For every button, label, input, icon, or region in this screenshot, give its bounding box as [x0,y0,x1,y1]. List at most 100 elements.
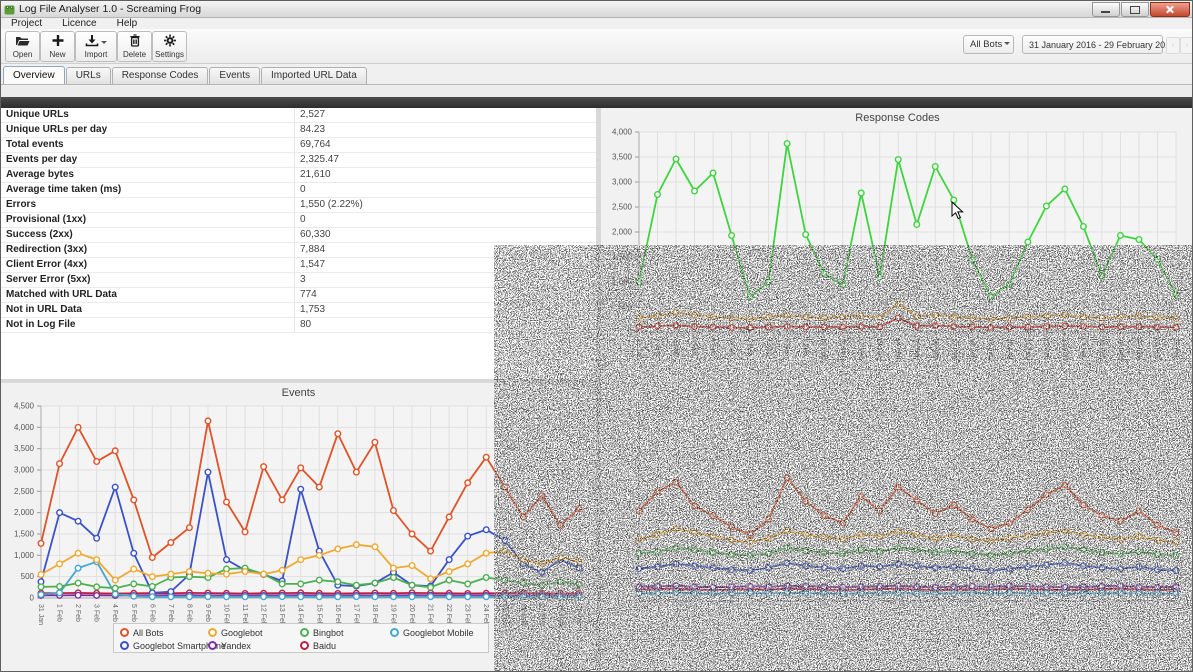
new-button[interactable]: New [40,31,75,62]
table-row: Not in URL Data1,753 [1,303,596,318]
svg-text:3 Feb: 3 Feb [93,604,100,622]
maximize-button[interactable] [1121,2,1149,17]
svg-text:16 Feb: 16 Feb [931,338,938,360]
date-range-value: 31 January 2016 - 29 February 2016 [1029,40,1175,50]
svg-text:21 Feb: 21 Feb [1024,338,1031,360]
urls-chart [601,391,1193,672]
menu-help[interactable]: Help [107,18,148,29]
svg-text:6 Feb: 6 Feb [148,604,155,622]
svg-text:31 Jan: 31 Jan [37,604,44,625]
table-row: Events per day2,325.47 [1,153,596,168]
plus-icon [51,34,65,47]
svg-text:24 Feb: 24 Feb [1079,338,1086,360]
svg-text:4 Feb: 4 Feb [111,604,118,622]
events-legend: All Bots Googlebot Bingbot Googlebot Mob… [113,623,489,653]
close-button[interactable] [1150,2,1190,17]
legend-item: All Bots [120,626,208,639]
legend-item: Googlebot Smartphone [120,639,208,652]
table-row: Server Error (5xx)3 [1,273,596,288]
svg-text:5 Feb: 5 Feb [728,338,735,356]
content-area: Unique URLs2,527 Unique URLs per day84.2… [1,108,1192,672]
table-row: Not in Log File80 [1,318,596,333]
import-button[interactable]: Import [75,31,117,62]
date-next-button[interactable]: › [1180,37,1193,54]
svg-text:27 Feb: 27 Feb [538,604,545,626]
legend-marker-icon [120,641,129,650]
svg-text:500: 500 [21,572,35,581]
open-button[interactable]: Open [5,31,40,62]
legend-marker-icon [120,628,129,637]
tab-response-codes[interactable]: Response Codes [112,67,209,84]
urls-panel [601,391,1193,672]
tab-gap-strip [1,86,1192,97]
import-dropdown-caret-icon[interactable] [101,41,107,47]
svg-text:17 Feb: 17 Feb [950,338,957,360]
minimize-button[interactable] [1092,2,1120,17]
svg-text:28 Feb: 28 Feb [556,604,563,626]
svg-text:14 Feb: 14 Feb [894,338,901,360]
svg-text:18 Feb: 18 Feb [968,338,975,360]
svg-text:25 Feb: 25 Feb [1098,338,1105,360]
table-row: Client Error (4xx)1,547 [1,258,596,273]
minimize-icon [1101,11,1110,13]
toolbar: Open New Import Delete [1,29,1192,64]
legend-item: Googlebot Mobile [390,626,482,639]
legend-marker-icon [300,641,309,650]
date-prev-button[interactable]: ‹ [1166,37,1180,54]
gear-icon [163,34,177,47]
delete-button[interactable]: Delete [117,31,152,62]
svg-text:3,000: 3,000 [14,466,35,475]
response-codes-panel: Response Codes 05001,0001,5002,0002,5003… [601,108,1193,391]
svg-text:1,000: 1,000 [14,551,35,560]
svg-text:15 Feb: 15 Feb [913,338,920,360]
table-row: Unique URLs2,527 [1,108,596,123]
table-row: Unique URLs per day84.23 [1,123,596,138]
svg-text:7 Feb: 7 Feb [167,604,174,622]
dark-separator-band [1,97,1192,108]
response-codes-chart: 05001,0001,5002,0002,5003,0003,5004,0003… [601,108,1193,391]
chevron-down-icon [1004,42,1010,48]
svg-text:3,000: 3,000 [612,178,633,187]
bot-filter-dropdown[interactable]: All Bots [963,35,1014,54]
svg-text:2 Feb: 2 Feb [672,338,679,356]
svg-text:11 Feb: 11 Feb [839,338,846,359]
svg-text:3,500: 3,500 [612,153,633,162]
response-codes-chart-title: Response Codes [601,112,1193,124]
table-row: Average time taken (ms)0 [1,183,596,198]
svg-text:500: 500 [619,303,633,312]
svg-text:10 Feb: 10 Feb [820,338,827,360]
svg-text:1,000: 1,000 [612,278,633,287]
svg-text:1 Feb: 1 Feb [654,338,661,356]
svg-text:9 Feb: 9 Feb [802,338,809,356]
svg-text:28 Feb: 28 Feb [1153,338,1160,360]
legend-marker-icon [208,641,217,650]
table-row: Errors1,550 (2.22%) [1,198,596,213]
settings-button[interactable]: Settings [152,31,187,62]
tab-overview[interactable]: Overview [3,66,65,84]
app-window: Log File Analyser 1.0 - Screaming Frog P… [0,0,1193,672]
table-row: Matched with URL Data774 [1,288,596,303]
svg-text:2,500: 2,500 [612,203,633,212]
svg-text:1,500: 1,500 [14,530,35,539]
legend-marker-icon [208,628,217,637]
tab-events[interactable]: Events [209,67,260,84]
svg-text:7 Feb: 7 Feb [765,338,772,356]
tab-urls[interactable]: URLs [66,67,111,84]
settings-label: Settings [153,50,186,59]
svg-text:5 Feb: 5 Feb [130,604,137,622]
svg-text:6 Feb: 6 Feb [746,338,753,356]
svg-text:20 Feb: 20 Feb [1005,338,1012,360]
menu-project[interactable]: Project [1,18,52,29]
svg-text:31 Jan: 31 Jan [635,338,642,359]
svg-text:19 Feb: 19 Feb [987,338,994,360]
title-bar: Log File Analyser 1.0 - Screaming Frog [1,1,1192,18]
tab-imported-url-data[interactable]: Imported URL Data [261,67,367,84]
date-range-dropdown[interactable]: 31 January 2016 - 29 February 2016 [1022,35,1163,54]
svg-text:29 Feb: 29 Feb [575,604,582,626]
menu-licence[interactable]: Licence [52,18,106,29]
svg-text:3 Feb: 3 Feb [691,338,698,356]
svg-text:23 Feb: 23 Feb [1061,338,1068,360]
open-label: Open [6,50,39,59]
svg-text:9 Feb: 9 Feb [204,604,211,622]
svg-text:4,500: 4,500 [14,402,35,411]
